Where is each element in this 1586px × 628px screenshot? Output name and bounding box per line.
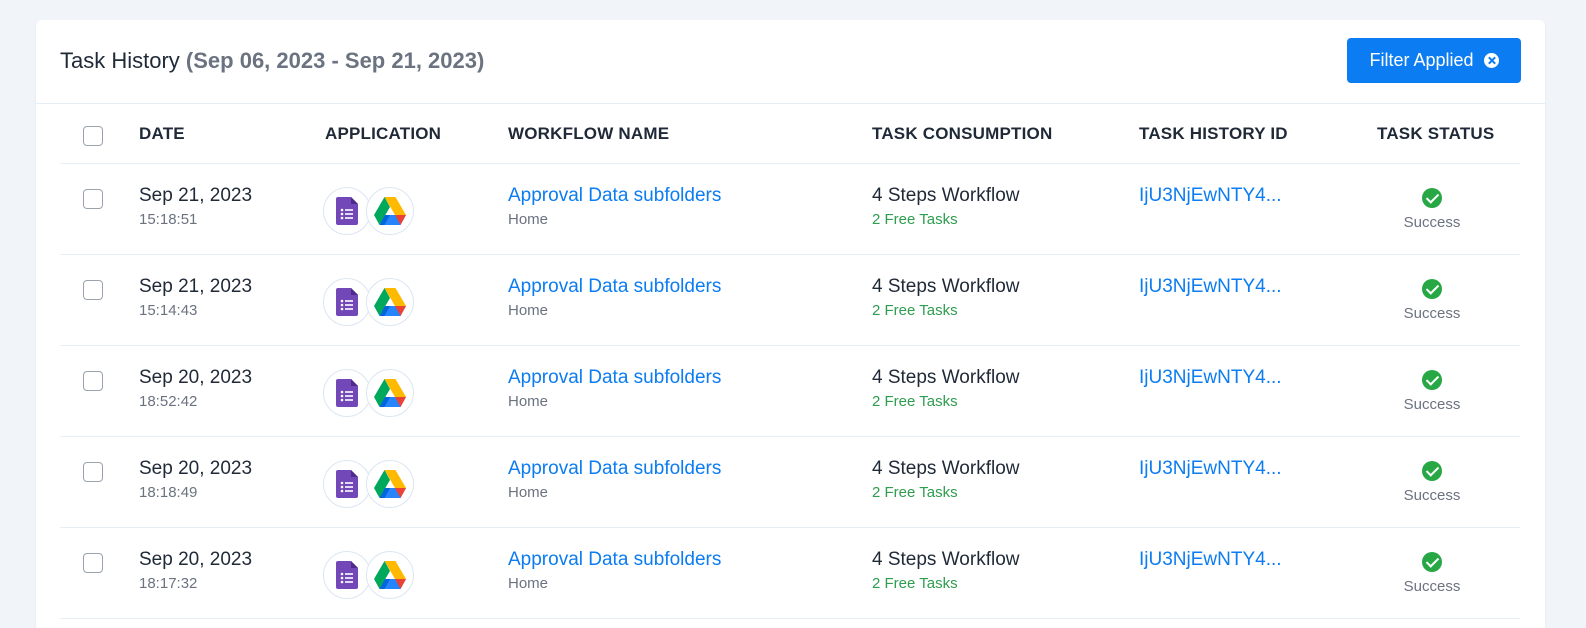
clear-filter-icon[interactable] [1483,53,1499,68]
task-history-id-link[interactable]: IjU3NjEwNTY4... [1139,367,1282,389]
google-drive-icon [366,278,414,326]
column-header-task-history-id[interactable]: TASK HISTORY ID [1139,124,1288,144]
success-check-icon [1422,279,1442,299]
task-steps: 4 Steps Workflow [872,549,1020,570]
workflow-folder: Home [508,211,549,228]
row-date: Sep 21, 2023 [139,276,253,297]
free-tasks: 2 Free Tasks [872,393,958,410]
workflow-name-link[interactable]: Approval Data subfolders [508,185,721,207]
workflow-name-link[interactable]: Approval Data subfolders [508,458,721,480]
success-check-icon [1422,461,1442,481]
google-forms-icon [323,278,371,326]
row-date: Sep 21, 2023 [139,185,253,206]
success-check-icon [1422,552,1442,572]
date-range: (Sep 06, 2023 - Sep 21, 2023) [185,48,485,73]
row-time: 18:52:42 [139,393,198,410]
filter-button-label: Filter Applied [1369,50,1474,70]
row-time: 15:14:43 [139,302,198,319]
google-drive-icon [366,369,414,417]
task-history-id-link[interactable]: IjU3NjEwNTY4... [1139,458,1282,480]
google-forms-icon [323,187,371,235]
column-header-task-consumption[interactable]: TASK CONSUMPTION [872,124,1052,144]
row-date: Sep 20, 2023 [139,367,253,388]
status-text: Success [1403,396,1461,413]
row-checkbox[interactable] [83,189,103,209]
google-forms-icon [323,551,371,599]
select-all-checkbox[interactable] [83,126,103,146]
status-text: Success [1403,305,1461,322]
google-forms-icon [323,460,371,508]
title-text: Task History [60,48,180,73]
row-checkbox[interactable] [83,371,103,391]
column-header-date[interactable]: DATE [139,124,185,144]
column-header-task-status[interactable]: TASK STATUS [1377,124,1494,144]
row-time: 15:18:51 [139,211,198,228]
task-history-id-link[interactable]: IjU3NjEwNTY4... [1139,276,1282,298]
workflow-folder: Home [508,575,549,592]
success-check-icon [1422,188,1442,208]
filter-applied-button[interactable]: Filter Applied [1347,38,1521,83]
workflow-name-link[interactable]: Approval Data subfolders [508,367,721,389]
row-date: Sep 20, 2023 [139,458,253,479]
row-checkbox[interactable] [83,280,103,300]
task-steps: 4 Steps Workflow [872,185,1020,206]
task-history-table: DATE APPLICATION WORKFLOW NAME TASK CONS… [60,104,1520,619]
workflow-folder: Home [508,484,549,501]
workflow-name-link[interactable]: Approval Data subfolders [508,549,721,571]
task-history-id-link[interactable]: IjU3NjEwNTY4... [1139,549,1282,571]
row-time: 18:18:49 [139,484,198,501]
task-steps: 4 Steps Workflow [872,367,1020,388]
row-time: 18:17:32 [139,575,198,592]
table-row[interactable]: Sep 20, 2023 18:52:42 Approval Data subf… [60,346,1520,437]
free-tasks: 2 Free Tasks [872,484,958,501]
free-tasks: 2 Free Tasks [872,211,958,228]
task-steps: 4 Steps Workflow [872,458,1020,479]
free-tasks: 2 Free Tasks [872,575,958,592]
column-header-workflow-name[interactable]: WORKFLOW NAME [508,124,669,144]
status-text: Success [1403,578,1461,595]
row-checkbox[interactable] [83,462,103,482]
google-drive-icon [366,551,414,599]
free-tasks: 2 Free Tasks [872,302,958,319]
table-row[interactable]: Sep 20, 2023 18:17:32 Approval Data subf… [60,528,1520,619]
row-checkbox[interactable] [83,553,103,573]
column-header-application[interactable]: APPLICATION [325,124,441,144]
workflow-folder: Home [508,302,549,319]
google-drive-icon [366,460,414,508]
workflow-name-link[interactable]: Approval Data subfolders [508,276,721,298]
google-forms-icon [323,369,371,417]
card-header: Task History (Sep 06, 2023 - Sep 21, 202… [36,20,1545,104]
task-steps: 4 Steps Workflow [872,276,1020,297]
task-history-card: Task History (Sep 06, 2023 - Sep 21, 202… [36,20,1545,628]
workflow-folder: Home [508,393,549,410]
table-row[interactable]: Sep 21, 2023 15:18:51 Approval Data subf… [60,164,1520,255]
table-row[interactable]: Sep 21, 2023 15:14:43 Approval Data subf… [60,255,1520,346]
status-text: Success [1403,214,1461,231]
row-date: Sep 20, 2023 [139,549,253,570]
status-text: Success [1403,487,1461,504]
success-check-icon [1422,370,1442,390]
table-row[interactable]: Sep 20, 2023 18:18:49 Approval Data subf… [60,437,1520,528]
google-drive-icon [366,187,414,235]
task-history-id-link[interactable]: IjU3NjEwNTY4... [1139,185,1282,207]
table-body: Sep 21, 2023 15:18:51 Approval Data subf… [60,164,1520,619]
table-header: DATE APPLICATION WORKFLOW NAME TASK CONS… [60,104,1520,164]
page-title: Task History (Sep 06, 2023 - Sep 21, 202… [60,48,484,74]
